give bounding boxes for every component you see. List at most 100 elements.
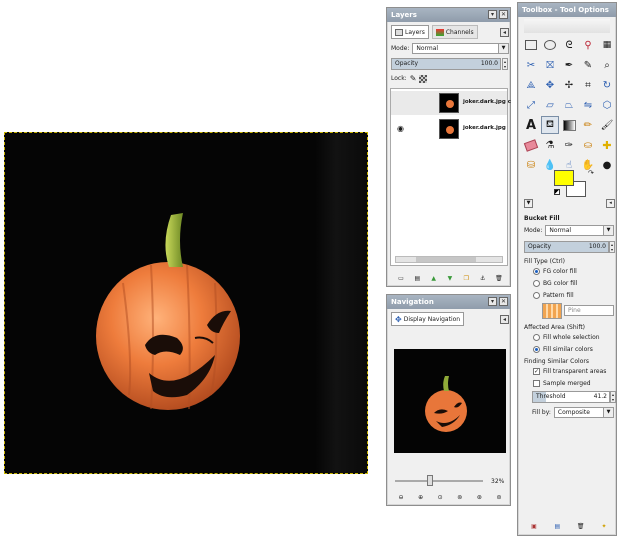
navigation-preview[interactable]: [394, 349, 506, 453]
layers-scrollbar[interactable]: [395, 256, 503, 263]
swap-colors-icon[interactable]: ↷: [588, 169, 594, 177]
zoom-slider-track[interactable]: [395, 480, 483, 482]
flip-icon[interactable]: ⇋: [579, 96, 597, 114]
navigation-titlebar[interactable]: Navigation ▾ ✕: [387, 295, 510, 309]
fill-type-bg[interactable]: BG color fill: [533, 280, 577, 287]
tool-options-expand-icon[interactable]: ▼: [524, 199, 533, 208]
airbrush-icon[interactable]: ⚗: [541, 136, 559, 154]
radio-pattern-fill[interactable]: [533, 292, 540, 299]
affected-similar[interactable]: Fill similar colors: [533, 346, 593, 353]
scale-icon[interactable]: ⤢: [522, 96, 540, 114]
affected-whole[interactable]: Fill whole selection: [533, 334, 600, 341]
fill-transparent-checkbox[interactable]: ✓: [533, 368, 540, 375]
cage-icon[interactable]: ⬡: [598, 96, 616, 114]
zoom-icon[interactable]: ⌕: [598, 56, 616, 74]
foreground-select-icon[interactable]: ⛝: [541, 56, 559, 74]
minimize-icon[interactable]: ▾: [488, 10, 497, 19]
rotate-icon[interactable]: ↻: [598, 76, 616, 94]
lock-alpha-icon[interactable]: [419, 74, 428, 83]
fg-color-swatch[interactable]: [554, 170, 574, 186]
sample-merged-row[interactable]: Sample merged: [533, 380, 591, 387]
pattern-name-field[interactable]: Pine: [564, 305, 614, 316]
ellipse-select-icon[interactable]: [541, 36, 559, 54]
default-colors-icon[interactable]: [554, 189, 560, 195]
zoom-fit-window-icon[interactable]: ⊛: [473, 491, 485, 503]
tool-opacity-spinner[interactable]: ▴ ▾: [609, 241, 615, 253]
fill-type-pattern[interactable]: Pattern fill: [533, 292, 574, 299]
perspective-clone-icon[interactable]: ⛁: [522, 156, 540, 174]
lower-layer-icon[interactable]: ▼: [444, 272, 456, 284]
clone-icon[interactable]: ⛀: [579, 136, 597, 154]
toolbox-titlebar[interactable]: Toolbox - Tool Options: [518, 3, 616, 17]
reset-options-icon[interactable]: ✦: [598, 520, 610, 532]
bucket-fill-icon[interactable]: ⛾: [541, 116, 559, 134]
zoom-1-1-icon[interactable]: ⊙: [434, 491, 446, 503]
layers-mode-select[interactable]: Normal ▼: [412, 43, 509, 54]
measure-icon[interactable]: ⟁: [522, 76, 540, 94]
rect-select-icon[interactable]: [522, 36, 540, 54]
minimize-icon[interactable]: ▾: [488, 297, 497, 306]
tab-channels[interactable]: Channels: [431, 25, 478, 39]
layers-opacity-slider[interactable]: Opacity 100.0: [391, 58, 501, 70]
perspective-icon[interactable]: ⏢: [560, 96, 578, 114]
zoom-slider-handle[interactable]: [427, 475, 433, 486]
restore-options-icon[interactable]: ▤: [551, 520, 563, 532]
text-icon[interactable]: A: [522, 116, 540, 134]
radio-fg-fill[interactable]: [533, 268, 540, 275]
align-icon[interactable]: ✢: [560, 76, 578, 94]
close-icon[interactable]: ✕: [499, 10, 508, 19]
panel-menu-icon[interactable]: ◂: [500, 27, 509, 37]
anchor-layer-icon[interactable]: ⚓: [477, 272, 489, 284]
tab-layers[interactable]: Layers: [391, 25, 429, 39]
fill-transparent-row[interactable]: ✓ Fill transparent areas: [533, 368, 606, 375]
tab-display-navigation[interactable]: ✥ Display Navigation: [391, 312, 465, 326]
scissors-icon[interactable]: ✂: [522, 56, 540, 74]
eye-icon[interactable]: ◉: [397, 124, 404, 133]
scrollbar-thumb[interactable]: [416, 257, 476, 262]
dodge-icon[interactable]: ●: [598, 156, 616, 174]
delete-options-icon[interactable]: 🗑: [575, 520, 587, 532]
fill-type-fg[interactable]: FG color fill: [533, 268, 577, 275]
fuzzy-select-icon[interactable]: ⚲: [579, 36, 597, 54]
blend-icon[interactable]: [560, 116, 578, 134]
fill-by-select[interactable]: Composite ▼: [553, 407, 614, 418]
layers-opacity-spinner[interactable]: ▴ ▾: [502, 58, 508, 70]
pencil-icon[interactable]: ✏: [579, 116, 597, 134]
image-canvas[interactable]: [4, 132, 368, 474]
save-options-icon[interactable]: ▣: [528, 520, 540, 532]
new-group-icon[interactable]: ▤: [411, 272, 423, 284]
threshold-spinner[interactable]: ▴ ▾: [610, 391, 616, 403]
lock-pixels-icon[interactable]: ✎: [410, 74, 417, 83]
layer-row[interactable]: ◉ joker.dark.jpg: [391, 117, 507, 141]
panel-menu-icon[interactable]: ◂: [500, 314, 509, 324]
tool-opacity-slider[interactable]: Opacity 100.0: [524, 241, 609, 253]
layer-row[interactable]: joker.dark.jpg c: [391, 91, 511, 115]
delete-layer-icon[interactable]: 🗑: [493, 272, 505, 284]
zoom-out-icon[interactable]: ⊖: [395, 491, 407, 503]
raise-layer-icon[interactable]: ▲: [428, 272, 440, 284]
shrink-wrap-icon[interactable]: ⊜: [493, 491, 505, 503]
radio-bg-fill[interactable]: [533, 280, 540, 287]
pattern-preview[interactable]: [542, 303, 562, 319]
color-select-icon[interactable]: ▦: [598, 36, 616, 54]
zoom-fit-icon[interactable]: ⊚: [454, 491, 466, 503]
sample-merged-checkbox[interactable]: [533, 380, 540, 387]
tool-options-menu-icon[interactable]: ◂: [606, 199, 615, 208]
paths-icon[interactable]: ✒: [560, 56, 578, 74]
free-select-icon[interactable]: ᘓ: [560, 36, 578, 54]
zoom-in-icon[interactable]: ⊕: [415, 491, 427, 503]
layers-titlebar[interactable]: Layers ▾ ✕: [387, 8, 510, 22]
crop-icon[interactable]: ⌗: [579, 76, 597, 94]
eraser-icon[interactable]: [522, 136, 540, 154]
duplicate-layer-icon[interactable]: ❐: [460, 272, 472, 284]
threshold-slider[interactable]: Threshold 41.2: [532, 391, 610, 403]
close-icon[interactable]: ✕: [499, 297, 508, 306]
ink-icon[interactable]: ✑: [560, 136, 578, 154]
paintbrush-icon[interactable]: 🖌: [598, 116, 616, 134]
tool-mode-select[interactable]: Normal ▼: [545, 225, 614, 236]
new-layer-icon[interactable]: ▭: [395, 272, 407, 284]
move-icon[interactable]: ✥: [541, 76, 559, 94]
shear-icon[interactable]: ▱: [541, 96, 559, 114]
radio-whole-selection[interactable]: [533, 334, 540, 341]
radio-similar-colors[interactable]: [533, 346, 540, 353]
